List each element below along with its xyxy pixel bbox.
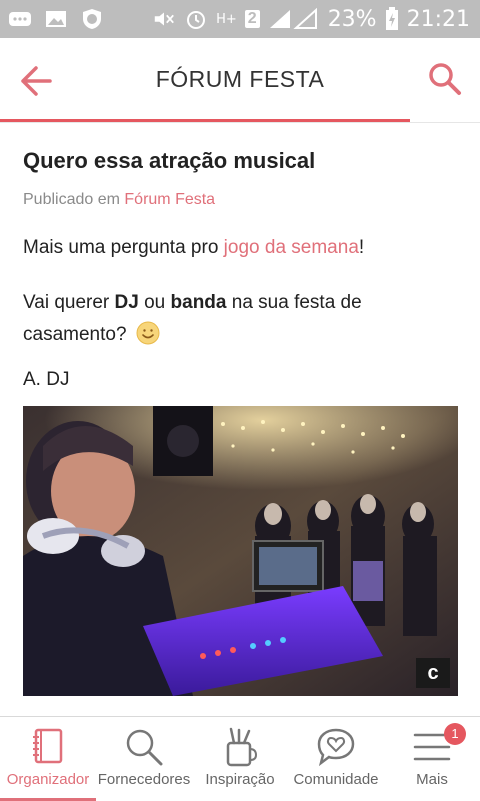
nav-fornecedores[interactable]: Fornecedores: [96, 717, 192, 801]
bottom-navigation: Organizador Fornecedores Inspiração Comu…: [0, 716, 480, 801]
sim-indicator: 2: [244, 10, 260, 28]
message-icon: [8, 10, 32, 28]
dj-photo[interactable]: c: [23, 406, 458, 696]
paragraph-1-text: Mais uma pergunta pro: [23, 237, 224, 258]
nav-inspiracao[interactable]: Inspiração: [192, 717, 288, 801]
signal-icon: [268, 8, 320, 29]
paragraph-2: Vai querer DJ ou banda na sua festa de c…: [23, 287, 458, 351]
shield-icon: [80, 9, 104, 29]
status-bar: H+ 2 23% 21:21: [0, 0, 480, 38]
search-button[interactable]: [428, 62, 462, 96]
post-content: Quero essa atração musical Publicado em …: [23, 122, 458, 391]
option-band-bold: banda: [170, 292, 227, 313]
photo-credit-letter: c: [427, 662, 439, 684]
app-bar: FÓRUM FESTA: [0, 38, 480, 123]
notification-badge: 1: [444, 723, 466, 745]
nav-mais[interactable]: 1 Mais: [384, 717, 480, 801]
option-dj-bold: DJ: [114, 292, 139, 313]
nav-comunidade[interactable]: Comunidade: [288, 717, 384, 801]
page-title: FÓRUM FESTA: [155, 66, 325, 92]
heart-chat-icon: [317, 728, 355, 767]
forum-link[interactable]: Fórum Festa: [124, 191, 215, 208]
answer-option-a: A. DJ: [23, 369, 70, 390]
mute-icon: [152, 10, 176, 28]
battery-percent: 23%: [327, 6, 377, 32]
clock-time: 21:21: [406, 6, 470, 32]
network-type: H+: [216, 11, 237, 27]
game-of-week-link[interactable]: jogo da semana: [224, 237, 359, 258]
brush-jar-icon: [226, 727, 257, 767]
meta-prefix: Publicado em: [23, 191, 125, 208]
smile-emoji-icon: [136, 321, 160, 345]
photo-credit-logo: c: [416, 658, 450, 688]
paragraph-1: Mais uma pergunta pro jogo da semana!: [23, 232, 458, 264]
image-icon: [44, 10, 68, 28]
paragraph-2-text: Vai querer: [23, 292, 115, 313]
search-icon: [126, 729, 163, 766]
alarm-icon: [184, 10, 208, 29]
notebook-icon: [33, 728, 63, 764]
post-title: Quero essa atração musical: [23, 148, 316, 173]
search-icon: [429, 63, 461, 95]
paragraph-2-or: ou: [138, 292, 171, 313]
paragraph-1-suffix: !: [358, 237, 365, 258]
nav-organizador[interactable]: Organizador: [0, 717, 96, 801]
post-meta: Publicado em Fórum Festa: [23, 191, 458, 209]
nav-label-mais: Mais: [416, 771, 448, 788]
battery-charging-icon: [385, 7, 399, 30]
